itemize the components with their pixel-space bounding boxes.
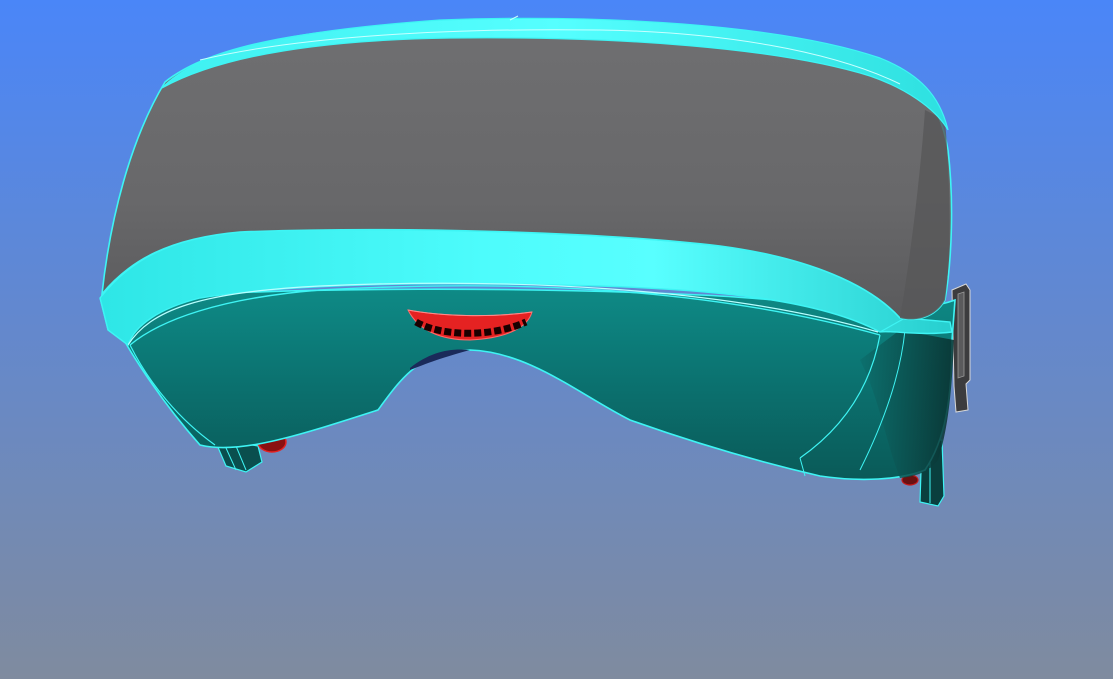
model-scene [0,0,1113,679]
3d-viewport[interactable] [0,0,1113,679]
